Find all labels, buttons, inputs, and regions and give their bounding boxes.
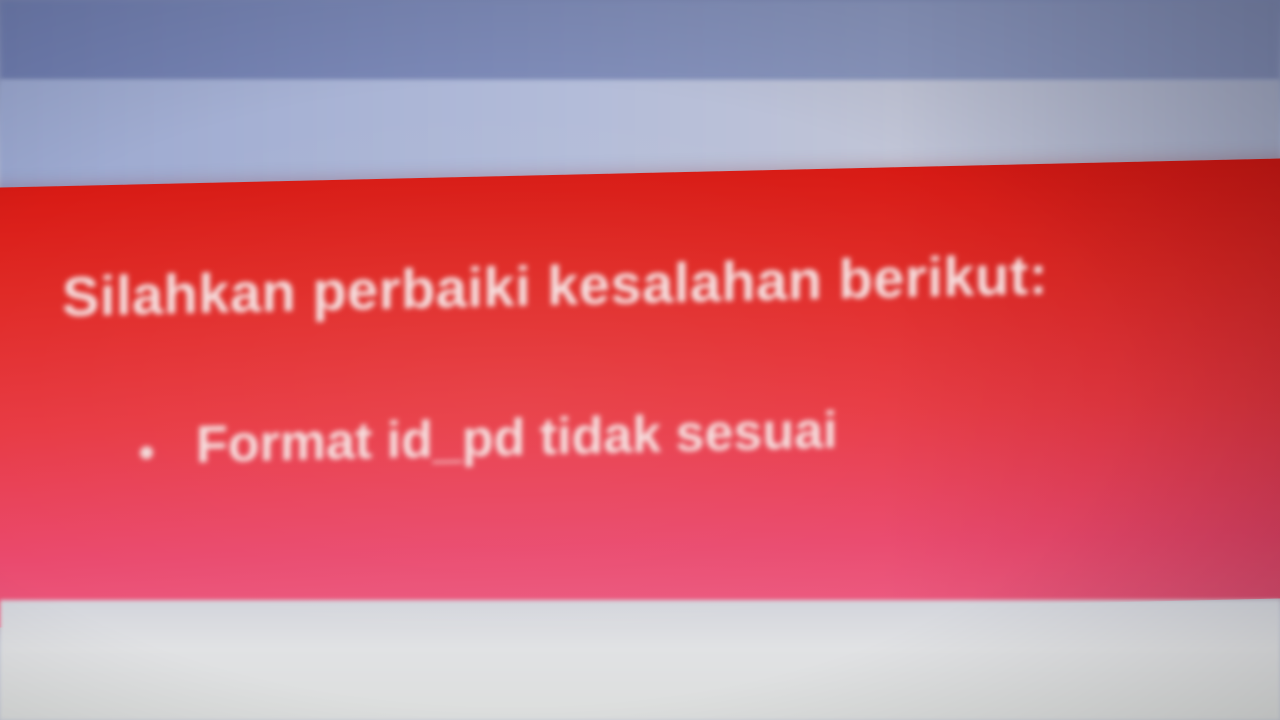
error-list: Format id_pd tidak sesuai xyxy=(130,401,838,477)
screen: Silahkan perbaiki kesalahan berikut: For… xyxy=(0,0,1280,720)
error-list-item: Format id_pd tidak sesuai xyxy=(130,401,838,477)
error-alert: Silahkan perbaiki kesalahan berikut: For… xyxy=(0,158,1280,628)
bullet-dot-icon xyxy=(140,446,153,460)
alert-shade xyxy=(880,158,1280,608)
error-message: Format id_pd tidak sesuai xyxy=(196,401,838,475)
top-bar xyxy=(0,0,1280,80)
page-content-area xyxy=(0,600,1280,720)
